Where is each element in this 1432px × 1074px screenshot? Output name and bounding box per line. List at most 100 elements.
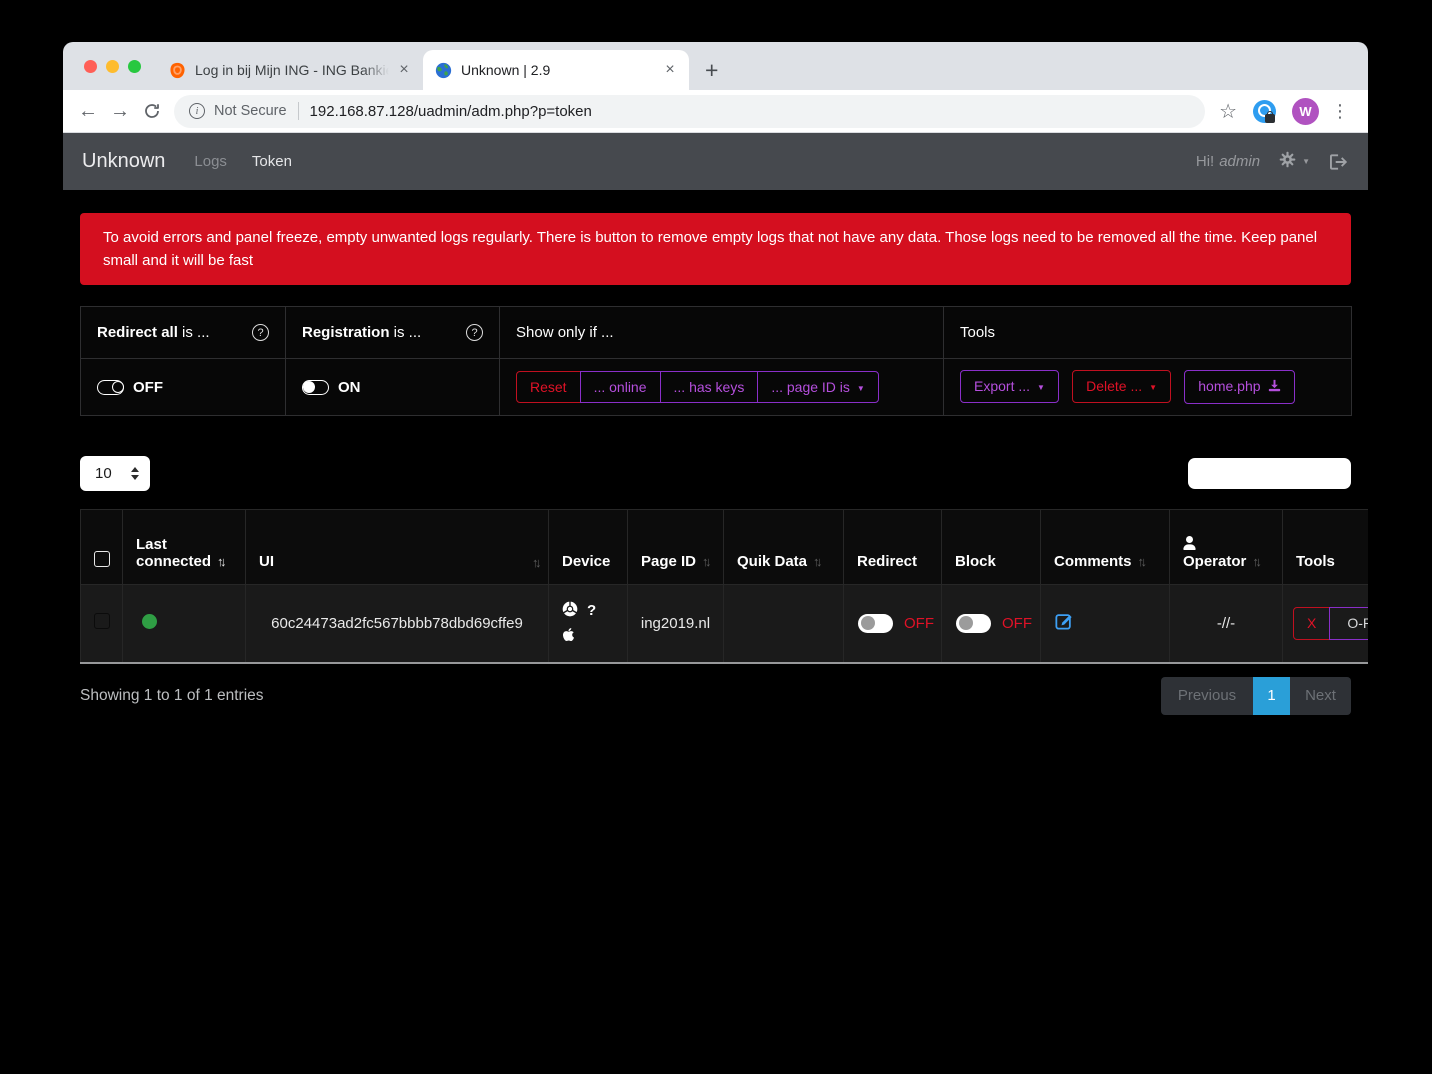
delete-dropdown-button[interactable]: Delete ...▼ bbox=[1072, 370, 1171, 403]
switch-off-icon bbox=[956, 614, 991, 633]
unknown-version-label: ? bbox=[587, 602, 596, 619]
previous-page-button[interactable]: Previous bbox=[1161, 677, 1253, 715]
sort-icon: ↑↓ bbox=[1252, 554, 1258, 569]
redirect-toggle[interactable]: OFF bbox=[854, 614, 931, 633]
filter-has-keys-button[interactable]: ... has keys bbox=[660, 371, 759, 404]
col-ui[interactable]: UI↑↓ bbox=[246, 510, 549, 585]
close-window-button[interactable] bbox=[84, 60, 97, 73]
tab-title: Log in bij Mijn ING - ING Bankie bbox=[195, 62, 389, 78]
tools-cell: X O-Panel bbox=[1283, 585, 1369, 663]
new-tab-button[interactable]: + bbox=[689, 50, 734, 90]
home-php-download-button[interactable]: home.php bbox=[1184, 370, 1294, 404]
table-controls: 10 bbox=[80, 456, 1351, 491]
forward-icon[interactable]: → bbox=[104, 95, 136, 127]
browser-window: Log in bij Mijn ING - ING Bankie × Unkno… bbox=[63, 42, 1368, 990]
warning-alert: To avoid errors and panel freeze, empty … bbox=[80, 213, 1351, 285]
col-redirect: Redirect bbox=[844, 510, 942, 585]
settings-dropdown[interactable]: ▼ bbox=[1279, 151, 1310, 172]
col-comments[interactable]: Comments↑↓ bbox=[1041, 510, 1170, 585]
browser-menu-icon[interactable]: ⋮ bbox=[1327, 101, 1359, 122]
open-panel-button[interactable]: O-Panel bbox=[1329, 607, 1368, 640]
col-operator[interactable]: Operator↑↓ bbox=[1170, 510, 1283, 585]
page-info-icon[interactable]: i bbox=[189, 103, 205, 119]
delete-row-button[interactable]: X bbox=[1293, 607, 1330, 640]
refresh-icon[interactable] bbox=[136, 95, 168, 127]
filter-online-button[interactable]: ... online bbox=[580, 371, 661, 404]
select-all-checkbox[interactable] bbox=[94, 551, 110, 567]
page-size-select[interactable]: 10 bbox=[80, 456, 150, 491]
pagination: Previous 1 Next bbox=[1161, 677, 1351, 715]
address-divider bbox=[298, 102, 299, 120]
page-size-value: 10 bbox=[95, 465, 112, 482]
minimize-window-button[interactable] bbox=[106, 60, 119, 73]
export-dropdown-button[interactable]: Export ...▼ bbox=[960, 370, 1059, 403]
col-last-connected[interactable]: Last connected↑↓ bbox=[123, 510, 246, 585]
bookmark-star-icon[interactable]: ☆ bbox=[1211, 99, 1245, 124]
table-row: 60c24473ad2fc567bbbb78dbd69cffe9 ? ing20… bbox=[81, 585, 1369, 663]
ing-lion-favicon bbox=[169, 62, 186, 79]
browser-tab-unknown[interactable]: Unknown | 2.9 × bbox=[423, 50, 689, 90]
redirect-all-label: Redirect all bbox=[97, 324, 178, 341]
profile-avatar[interactable]: W bbox=[1292, 98, 1319, 125]
block-toggle[interactable]: OFF bbox=[952, 614, 1030, 633]
show-only-if-header: Show only if ... bbox=[500, 307, 944, 359]
tools-header: Tools bbox=[944, 307, 1352, 359]
registration-toggle[interactable]: ON bbox=[302, 379, 483, 396]
home-php-label: home.php bbox=[1198, 378, 1260, 394]
nav-link-token[interactable]: Token bbox=[252, 153, 292, 170]
col-quik-data[interactable]: Quik Data↑↓ bbox=[724, 510, 844, 585]
quik-data-cell bbox=[724, 585, 844, 663]
filter-page-id-label: ... page ID is bbox=[771, 379, 850, 395]
tab-strip: Log in bij Mijn ING - ING Bankie × Unkno… bbox=[63, 42, 1368, 90]
block-state: OFF bbox=[1002, 615, 1032, 632]
brand-title[interactable]: Unknown bbox=[82, 150, 165, 173]
row-tools-group: X O-Panel bbox=[1293, 607, 1368, 640]
registration-state: ON bbox=[338, 379, 361, 396]
redirect-all-state: OFF bbox=[133, 379, 163, 396]
device-cell: ? bbox=[549, 585, 628, 663]
password-extension-icon[interactable] bbox=[1253, 100, 1276, 123]
export-label: Export ... bbox=[974, 378, 1030, 394]
next-page-button[interactable]: Next bbox=[1290, 677, 1351, 715]
person-icon bbox=[1183, 536, 1196, 550]
show-only-if-label: Show only if ... bbox=[516, 324, 614, 341]
select-spinner-icon bbox=[131, 467, 139, 480]
search-input[interactable] bbox=[1188, 458, 1351, 489]
help-icon[interactable]: ? bbox=[466, 324, 483, 341]
row-checkbox[interactable] bbox=[94, 613, 110, 629]
sort-icon: ↑↓ bbox=[1138, 554, 1144, 569]
registration-header: Registration is ... ? bbox=[302, 324, 483, 341]
operator-cell: -//- bbox=[1170, 585, 1283, 663]
site-navbar: Unknown Logs Token Hi! admin ▼ bbox=[63, 133, 1368, 190]
col-page-id[interactable]: Page ID↑↓ bbox=[628, 510, 724, 585]
browser-tab-ing[interactable]: Log in bij Mijn ING - ING Bankie × bbox=[157, 50, 423, 90]
nav-link-logs[interactable]: Logs bbox=[194, 153, 227, 170]
control-panel: Redirect all is ... ? Registration is ..… bbox=[80, 306, 1352, 416]
zoom-window-button[interactable] bbox=[128, 60, 141, 73]
sort-icon: ↑↓ bbox=[813, 554, 819, 569]
admin-page: Unknown Logs Token Hi! admin ▼ To avoid … bbox=[63, 133, 1368, 989]
page-1-button[interactable]: 1 bbox=[1253, 677, 1290, 715]
sign-out-icon[interactable] bbox=[1330, 154, 1349, 170]
download-icon bbox=[1268, 379, 1281, 395]
apple-os-icon bbox=[562, 627, 575, 646]
redirect-all-header: Redirect all is ... ? bbox=[97, 324, 269, 341]
redirect-all-toggle[interactable]: OFF bbox=[97, 379, 269, 396]
url-text[interactable]: 192.168.87.128/uadmin/adm.php?p=token bbox=[310, 103, 592, 120]
address-bar[interactable]: i Not Secure 192.168.87.128/uadmin/adm.p… bbox=[174, 95, 1205, 128]
back-icon[interactable]: ← bbox=[72, 95, 104, 127]
edit-comment-icon[interactable] bbox=[1051, 612, 1073, 630]
close-tab-icon[interactable]: × bbox=[393, 59, 415, 81]
toggle-on-icon bbox=[302, 380, 329, 395]
help-icon[interactable]: ? bbox=[252, 324, 269, 341]
filter-page-id-dropdown[interactable]: ... page ID is▼ bbox=[757, 371, 879, 404]
reset-filter-button[interactable]: Reset bbox=[516, 371, 581, 404]
switch-off-icon bbox=[858, 614, 893, 633]
tab-title-fade bbox=[363, 62, 389, 78]
page-id-cell: ing2019.nl bbox=[628, 585, 724, 663]
chrome-browser-icon bbox=[562, 601, 578, 621]
greeting-text: Hi! bbox=[1196, 153, 1214, 170]
close-tab-icon[interactable]: × bbox=[659, 59, 681, 81]
sort-icon: ↑↓ bbox=[532, 555, 538, 570]
gear-icon bbox=[1279, 151, 1296, 172]
